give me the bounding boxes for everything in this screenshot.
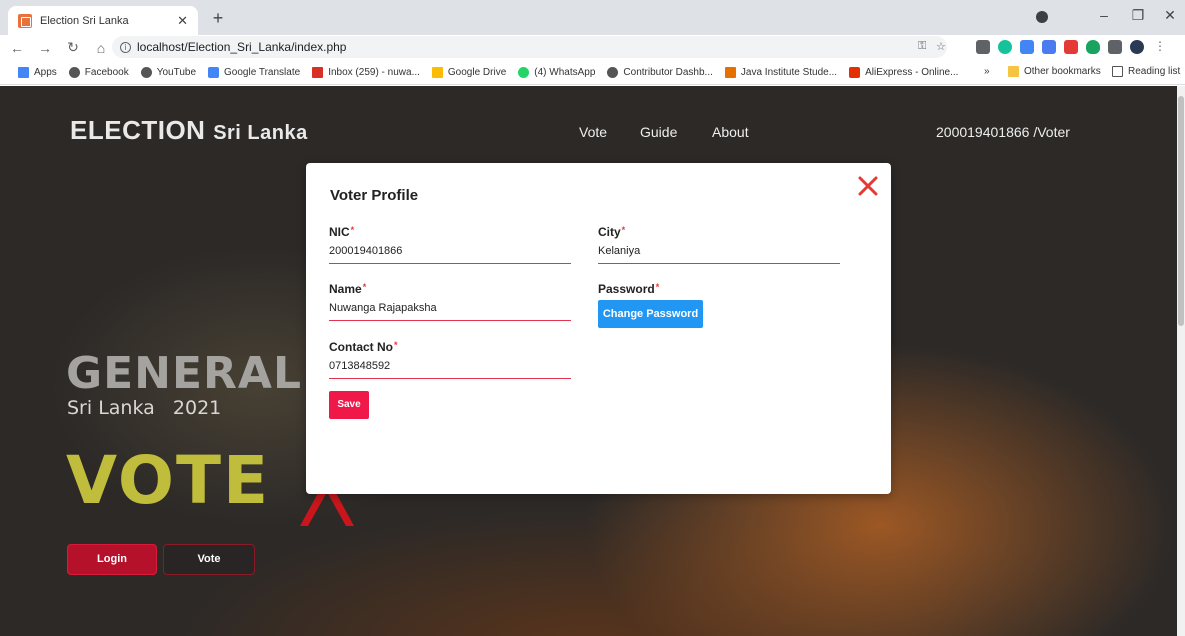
bookmark-google-drive[interactable]: Google Drive — [431, 66, 506, 78]
info-icon[interactable]: i — [120, 41, 131, 53]
url-text: localhost/Election_Sri_Lanka/index.php — [137, 40, 347, 54]
nic-input[interactable]: 200019401866 — [329, 245, 571, 264]
profile-icon[interactable] — [1036, 11, 1048, 23]
name-label: Name — [329, 282, 362, 296]
bookmark-aliexpress[interactable]: AliExpress - Online... — [849, 66, 958, 78]
bookmark-whatsapp[interactable]: (4) WhatsApp — [518, 66, 595, 78]
extension-icon-1[interactable] — [976, 40, 990, 54]
name-field: Name* Nuwanga Rajapaksha — [329, 282, 571, 321]
site-favicon-icon — [18, 13, 32, 28]
tab-close-icon[interactable]: ✕ — [177, 13, 188, 29]
city-label: City — [598, 225, 621, 239]
forward-icon[interactable]: → — [34, 40, 56, 56]
bookmark-facebook[interactable]: Facebook — [68, 66, 129, 78]
puzzle-icon[interactable] — [1108, 40, 1122, 54]
required-mark: * — [350, 225, 355, 235]
nav-about[interactable]: About — [712, 124, 749, 140]
user-identity[interactable]: 200019401866 /Voter — [936, 124, 1070, 140]
new-tab-icon[interactable]: + — [206, 8, 230, 29]
required-mark: * — [394, 340, 398, 350]
bookmark-java-institute[interactable]: Java Institute Stude... — [724, 66, 837, 78]
other-bookmarks[interactable]: Other bookmarks — [1008, 66, 1101, 77]
home-icon[interactable]: ⌂ — [90, 40, 112, 56]
required-mark: * — [655, 282, 660, 292]
scrollbar-thumb[interactable] — [1178, 96, 1184, 326]
nav-vote[interactable]: Vote — [579, 124, 607, 140]
close-icon[interactable] — [857, 175, 879, 197]
login-button[interactable]: Login — [67, 544, 157, 575]
browser-tab-bar: Election Sri Lanka ✕ + – ❐ ✕ — [0, 0, 1185, 35]
contact-field: Contact No* 0713848592 — [329, 340, 571, 379]
modal-title: Voter Profile — [330, 187, 419, 204]
close-window-icon[interactable]: ✕ — [1160, 7, 1180, 24]
extension-icon-4[interactable] — [1042, 40, 1056, 54]
restore-icon[interactable]: ❐ — [1128, 7, 1148, 24]
voter-profile-modal: Voter Profile NIC* 200019401866 City* Ke… — [306, 163, 891, 494]
menu-icon[interactable]: ⋮ — [1154, 40, 1166, 54]
nic-field: NIC* 200019401866 — [329, 225, 571, 264]
tab-title: Election Sri Lanka — [40, 14, 129, 27]
hero-subtitle: Sri Lanka 2021 — [67, 397, 222, 419]
star-icon[interactable]: ☆ — [936, 40, 946, 53]
reload-icon[interactable]: ↻ — [62, 39, 84, 56]
nic-label: NIC — [329, 225, 350, 239]
more-bookmarks-icon[interactable]: » — [984, 66, 990, 77]
required-mark: * — [362, 282, 367, 292]
required-mark: * — [621, 225, 626, 235]
name-input[interactable]: Nuwanga Rajapaksha — [329, 302, 571, 321]
bookmark-apps[interactable]: Apps — [18, 66, 57, 78]
nav-guide[interactable]: Guide — [640, 124, 677, 140]
contact-input[interactable]: 0713848592 — [329, 360, 571, 379]
save-button[interactable]: Save — [329, 391, 369, 419]
city-field: City* Kelaniya — [598, 225, 840, 264]
browser-tab[interactable]: Election Sri Lanka ✕ — [8, 6, 198, 35]
extension-icon-2[interactable] — [998, 40, 1012, 54]
address-bar[interactable]: i localhost/Election_Sri_Lanka/index.php… — [112, 36, 947, 58]
change-password-button[interactable]: Change Password — [598, 300, 703, 328]
page-background: ELECTION Sri Lanka Vote Guide About 2000… — [0, 86, 1177, 636]
bookmark-google-translate[interactable]: Google Translate — [208, 66, 300, 78]
back-icon[interactable]: ← — [6, 40, 28, 56]
password-label: Password — [598, 282, 655, 296]
pdf-extension-icon[interactable] — [1064, 40, 1078, 54]
hero-vote-heading: VOTE — [66, 442, 271, 519]
avatar-icon[interactable] — [1130, 40, 1144, 54]
key-icon[interactable]: ⚿ — [918, 40, 926, 53]
city-input[interactable]: Kelaniya — [598, 245, 840, 264]
bookmark-youtube[interactable]: YouTube — [140, 66, 196, 78]
bookmark-inbox[interactable]: Inbox (259) - nuwa... — [312, 66, 420, 78]
shield-extension-icon[interactable] — [1086, 40, 1100, 54]
vote-button[interactable]: Vote — [163, 544, 255, 575]
site-logo[interactable]: ELECTION Sri Lanka — [70, 115, 308, 146]
minimize-icon[interactable]: – — [1094, 7, 1114, 23]
contact-label: Contact No — [329, 340, 393, 354]
translate-extension-icon[interactable] — [1020, 40, 1034, 54]
page-scrollbar[interactable] — [1177, 86, 1185, 636]
bookmark-contributor-dashboard[interactable]: Contributor Dashb... — [607, 66, 713, 78]
password-field: Password* — [598, 282, 840, 296]
reading-list[interactable]: Reading list — [1112, 66, 1180, 77]
